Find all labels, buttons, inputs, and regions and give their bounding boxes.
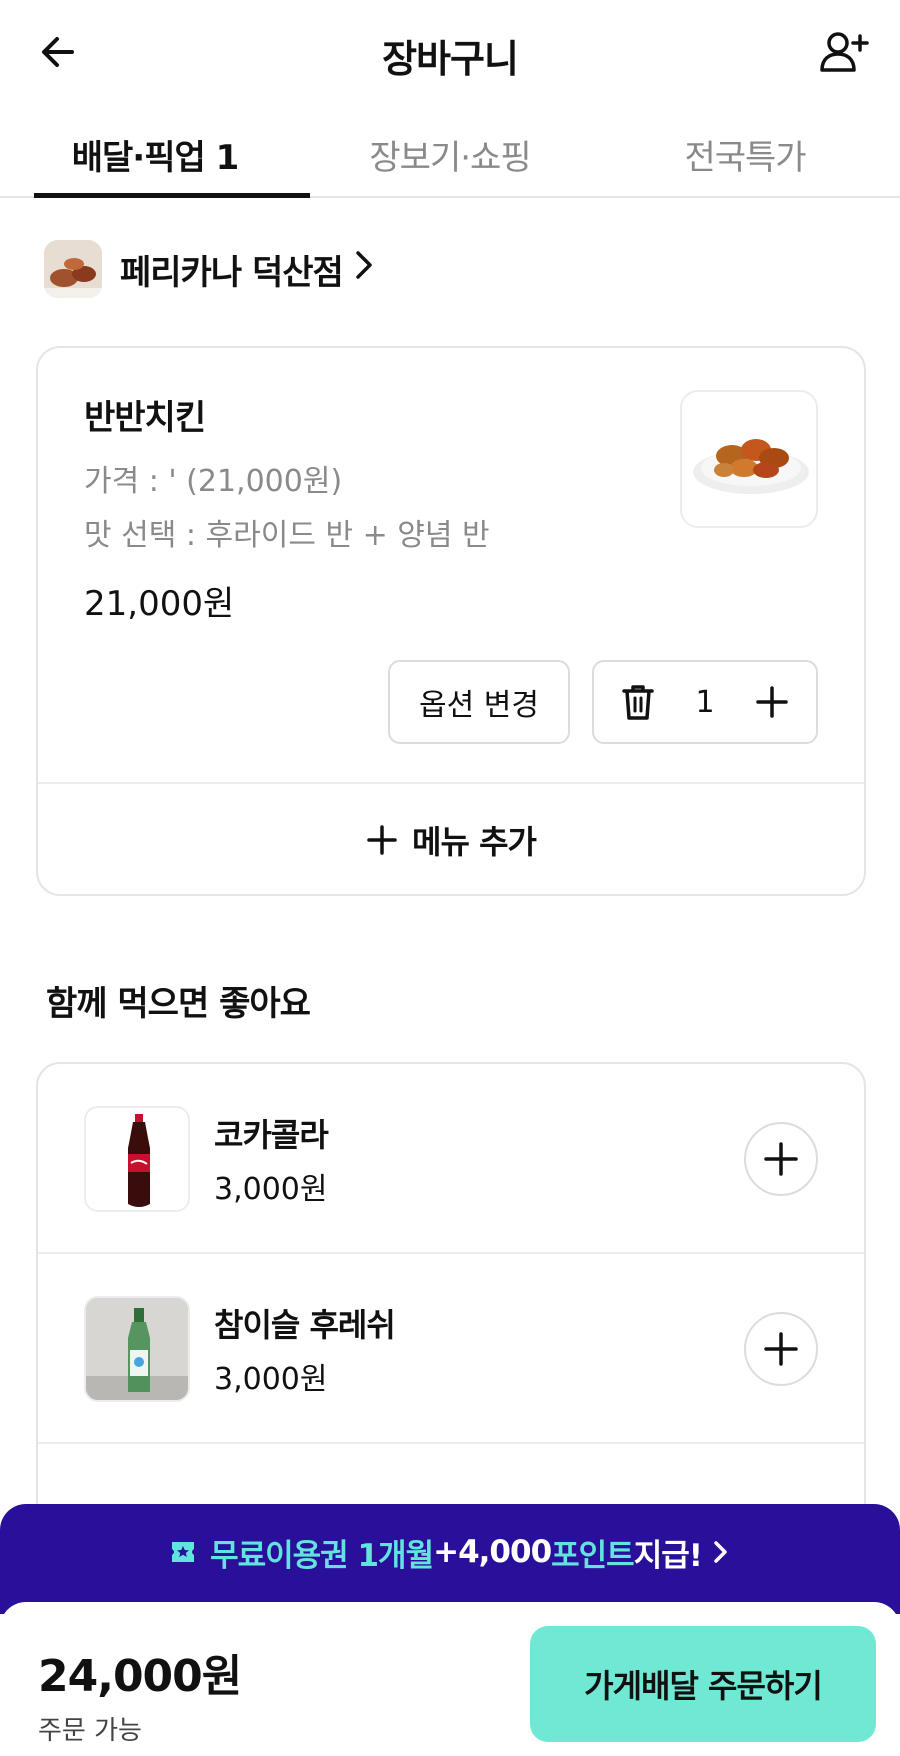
delete-button[interactable] <box>614 678 662 726</box>
cart-item-card: 반반치킨 가격 : ' (21,000원) 맛 선택 : 후라이드 반 + 양념… <box>36 346 866 896</box>
plus-icon <box>764 1142 798 1176</box>
plus-icon <box>756 686 788 718</box>
store-thumbnail <box>44 240 102 298</box>
rec-item-price: 3,000원 <box>214 1172 328 1207</box>
chevron-right-icon <box>355 249 373 289</box>
add-menu-label: 메뉴 추가 <box>412 823 537 861</box>
promo-text-free-pass: 무료이용권 1개월 <box>210 1537 434 1574</box>
promo-banner[interactable]: 무료이용권 1개월 +4,000 포인트 지급! <box>0 1504 900 1614</box>
total-price: 24,000원 <box>38 1651 242 1702</box>
coca-cola-image <box>84 1106 190 1212</box>
item-option-taste: 맛 선택 : 후라이드 반 + 양념 반 <box>84 518 490 553</box>
recommend-section-title: 함께 먹으면 좋아요 <box>46 984 311 1024</box>
chamisul-image <box>84 1296 190 1402</box>
add-person-icon <box>820 32 869 72</box>
divider <box>38 1442 864 1444</box>
quantity-stepper: 1 <box>592 660 818 744</box>
store-link[interactable]: 페리카나 덕산점 <box>44 240 373 298</box>
chevron-right-icon <box>714 1541 727 1563</box>
tab-grocery-shopping[interactable]: 장보기·쇼핑 <box>310 110 590 196</box>
item-image <box>680 390 818 528</box>
add-menu-button[interactable]: 메뉴 추가 <box>38 784 864 896</box>
promo-text-give: 지급! <box>633 1537 703 1574</box>
order-status: 주문 가능 <box>38 1716 142 1746</box>
checkout-bar: 24,000원 주문 가능 가게배달 주문하기 <box>0 1602 900 1756</box>
add-item-button[interactable] <box>744 1312 818 1386</box>
rec-item-price: 3,000원 <box>214 1362 328 1397</box>
item-price: 21,000원 <box>84 584 235 624</box>
tab-delivery-pickup[interactable]: 배달·픽업 1 <box>0 110 310 198</box>
promo-text-points-amount: +4,000 <box>433 1534 552 1570</box>
trash-icon <box>622 685 654 720</box>
ticket-star-icon <box>172 1542 195 1562</box>
quantity-value: 1 <box>695 684 715 720</box>
change-option-button[interactable]: 옵션 변경 <box>388 660 570 744</box>
add-item-button[interactable] <box>744 1122 818 1196</box>
rec-item-name: 코카콜라 <box>214 1116 329 1154</box>
header: 장바구니 <box>0 0 900 110</box>
order-button[interactable]: 가게배달 주문하기 <box>530 1626 876 1742</box>
store-name: 페리카나 덕산점 <box>120 252 344 293</box>
invite-button[interactable] <box>814 24 874 80</box>
item-option-price: 가격 : ' (21,000원) <box>84 464 343 499</box>
tab-bar: 배달·픽업 1 장보기·쇼핑 전국특가 <box>0 110 900 198</box>
rec-item-name: 참이슬 후레쉬 <box>214 1306 396 1344</box>
list-item: 코카콜라 3,000원 <box>38 1064 864 1254</box>
plus-icon <box>367 825 397 855</box>
item-name: 반반치킨 <box>84 398 206 438</box>
promo-text-points: 포인트 <box>551 1537 635 1574</box>
list-item: 참이슬 후레쉬 3,000원 <box>38 1254 864 1444</box>
increase-quantity-button[interactable] <box>748 678 796 726</box>
tab-nationwide-deals[interactable]: 전국특가 <box>590 110 900 196</box>
page-title: 장바구니 <box>382 37 519 81</box>
plus-icon <box>764 1332 798 1366</box>
